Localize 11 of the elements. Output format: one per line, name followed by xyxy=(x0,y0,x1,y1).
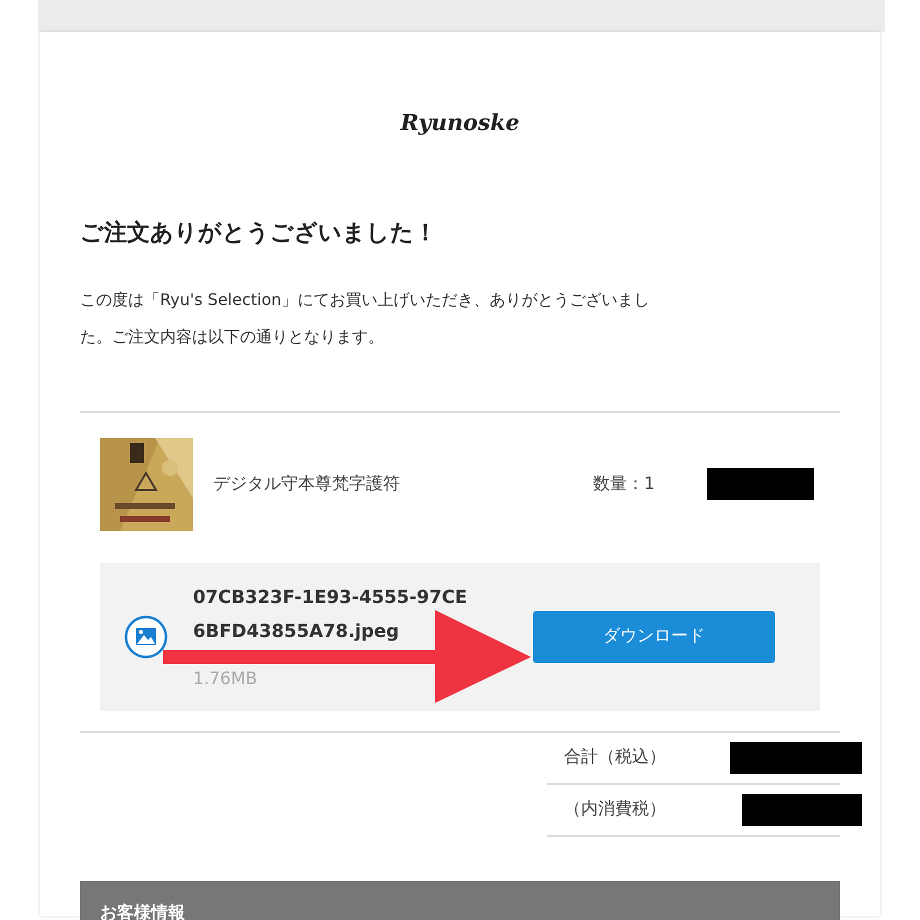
product-name: デジタル守本尊梵字護符 xyxy=(213,472,401,496)
message: この度は「Ryu's Selection」にてお買い上げいただき、ありがとうございました。ご注文内容は以下の通りとなります。 xyxy=(80,288,650,348)
file-name: 07CB323F-1E93-4555-97CE 6BFD43855A78.jpeg xyxy=(193,586,468,644)
total-label: 合計（税込） xyxy=(564,746,666,769)
download-button[interactable]: ダウンロード xyxy=(533,610,775,663)
quantity: 数量：1 xyxy=(593,472,655,496)
logo: Ryunoske xyxy=(400,112,520,134)
heading: ご注文ありがとうございました！ xyxy=(80,219,438,248)
file-size: 1.76MB xyxy=(193,668,258,691)
image-icon xyxy=(124,614,168,659)
total-label: （内消費税） xyxy=(564,798,666,821)
